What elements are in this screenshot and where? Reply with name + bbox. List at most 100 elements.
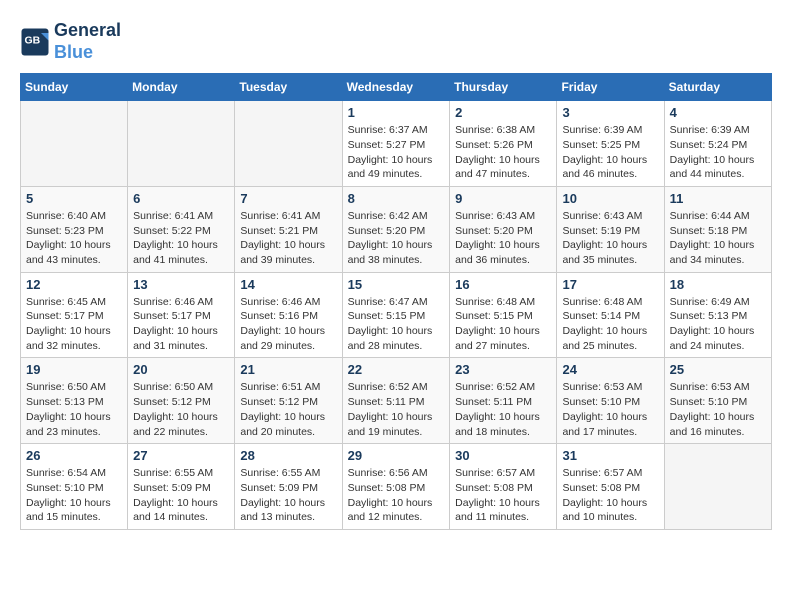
day-info: Sunrise: 6:46 AM Sunset: 5:17 PM Dayligh… [133, 295, 229, 354]
day-number: 11 [670, 191, 766, 206]
day-info: Sunrise: 6:39 AM Sunset: 5:25 PM Dayligh… [562, 123, 658, 182]
calendar-cell: 31 Sunrise: 6:57 AM Sunset: 5:08 PM Dayl… [557, 444, 664, 530]
calendar-cell: 8 Sunrise: 6:42 AM Sunset: 5:20 PM Dayli… [342, 186, 450, 272]
calendar-cell: 29 Sunrise: 6:56 AM Sunset: 5:08 PM Dayl… [342, 444, 450, 530]
day-number: 12 [26, 277, 122, 292]
day-number: 23 [455, 362, 551, 377]
day-info: Sunrise: 6:41 AM Sunset: 5:21 PM Dayligh… [240, 209, 336, 268]
calendar-cell: 5 Sunrise: 6:40 AM Sunset: 5:23 PM Dayli… [21, 186, 128, 272]
day-info: Sunrise: 6:54 AM Sunset: 5:10 PM Dayligh… [26, 466, 122, 525]
day-number: 19 [26, 362, 122, 377]
calendar-cell: 7 Sunrise: 6:41 AM Sunset: 5:21 PM Dayli… [235, 186, 342, 272]
calendar-cell: 20 Sunrise: 6:50 AM Sunset: 5:12 PM Dayl… [128, 358, 235, 444]
calendar-cell: 21 Sunrise: 6:51 AM Sunset: 5:12 PM Dayl… [235, 358, 342, 444]
calendar-cell: 22 Sunrise: 6:52 AM Sunset: 5:11 PM Dayl… [342, 358, 450, 444]
day-number: 16 [455, 277, 551, 292]
weekday-header-sunday: Sunday [21, 74, 128, 101]
weekday-header-row: SundayMondayTuesdayWednesdayThursdayFrid… [21, 74, 772, 101]
calendar-cell: 18 Sunrise: 6:49 AM Sunset: 5:13 PM Dayl… [664, 272, 771, 358]
day-number: 25 [670, 362, 766, 377]
logo-icon: GB [20, 27, 50, 57]
day-number: 15 [348, 277, 445, 292]
svg-text:GB: GB [25, 34, 41, 46]
day-number: 13 [133, 277, 229, 292]
day-info: Sunrise: 6:48 AM Sunset: 5:14 PM Dayligh… [562, 295, 658, 354]
weekday-header-wednesday: Wednesday [342, 74, 450, 101]
day-number: 24 [562, 362, 658, 377]
calendar-cell: 3 Sunrise: 6:39 AM Sunset: 5:25 PM Dayli… [557, 101, 664, 187]
day-number: 18 [670, 277, 766, 292]
calendar-cell: 13 Sunrise: 6:46 AM Sunset: 5:17 PM Dayl… [128, 272, 235, 358]
day-info: Sunrise: 6:38 AM Sunset: 5:26 PM Dayligh… [455, 123, 551, 182]
day-number: 28 [240, 448, 336, 463]
day-info: Sunrise: 6:37 AM Sunset: 5:27 PM Dayligh… [348, 123, 445, 182]
calendar-cell: 16 Sunrise: 6:48 AM Sunset: 5:15 PM Dayl… [450, 272, 557, 358]
calendar-cell: 26 Sunrise: 6:54 AM Sunset: 5:10 PM Dayl… [21, 444, 128, 530]
day-info: Sunrise: 6:56 AM Sunset: 5:08 PM Dayligh… [348, 466, 445, 525]
day-info: Sunrise: 6:49 AM Sunset: 5:13 PM Dayligh… [670, 295, 766, 354]
calendar-cell: 4 Sunrise: 6:39 AM Sunset: 5:24 PM Dayli… [664, 101, 771, 187]
day-number: 3 [562, 105, 658, 120]
day-number: 22 [348, 362, 445, 377]
day-info: Sunrise: 6:55 AM Sunset: 5:09 PM Dayligh… [133, 466, 229, 525]
day-number: 30 [455, 448, 551, 463]
calendar-cell: 10 Sunrise: 6:43 AM Sunset: 5:19 PM Dayl… [557, 186, 664, 272]
day-info: Sunrise: 6:57 AM Sunset: 5:08 PM Dayligh… [455, 466, 551, 525]
calendar-cell: 28 Sunrise: 6:55 AM Sunset: 5:09 PM Dayl… [235, 444, 342, 530]
logo-text: General Blue [54, 20, 121, 63]
day-number: 26 [26, 448, 122, 463]
day-info: Sunrise: 6:52 AM Sunset: 5:11 PM Dayligh… [348, 380, 445, 439]
calendar-cell: 25 Sunrise: 6:53 AM Sunset: 5:10 PM Dayl… [664, 358, 771, 444]
calendar-cell [21, 101, 128, 187]
day-info: Sunrise: 6:39 AM Sunset: 5:24 PM Dayligh… [670, 123, 766, 182]
day-info: Sunrise: 6:43 AM Sunset: 5:19 PM Dayligh… [562, 209, 658, 268]
calendar-cell [128, 101, 235, 187]
day-number: 2 [455, 105, 551, 120]
calendar-cell: 23 Sunrise: 6:52 AM Sunset: 5:11 PM Dayl… [450, 358, 557, 444]
page-header: GB General Blue [20, 20, 772, 63]
calendar-cell: 11 Sunrise: 6:44 AM Sunset: 5:18 PM Dayl… [664, 186, 771, 272]
weekday-header-tuesday: Tuesday [235, 74, 342, 101]
day-number: 4 [670, 105, 766, 120]
day-info: Sunrise: 6:53 AM Sunset: 5:10 PM Dayligh… [670, 380, 766, 439]
calendar-cell: 17 Sunrise: 6:48 AM Sunset: 5:14 PM Dayl… [557, 272, 664, 358]
week-row-3: 12 Sunrise: 6:45 AM Sunset: 5:17 PM Dayl… [21, 272, 772, 358]
day-number: 1 [348, 105, 445, 120]
day-info: Sunrise: 6:52 AM Sunset: 5:11 PM Dayligh… [455, 380, 551, 439]
calendar-cell: 15 Sunrise: 6:47 AM Sunset: 5:15 PM Dayl… [342, 272, 450, 358]
day-number: 27 [133, 448, 229, 463]
calendar-cell: 14 Sunrise: 6:46 AM Sunset: 5:16 PM Dayl… [235, 272, 342, 358]
day-number: 8 [348, 191, 445, 206]
day-info: Sunrise: 6:51 AM Sunset: 5:12 PM Dayligh… [240, 380, 336, 439]
day-info: Sunrise: 6:44 AM Sunset: 5:18 PM Dayligh… [670, 209, 766, 268]
calendar-cell [235, 101, 342, 187]
day-info: Sunrise: 6:45 AM Sunset: 5:17 PM Dayligh… [26, 295, 122, 354]
day-info: Sunrise: 6:42 AM Sunset: 5:20 PM Dayligh… [348, 209, 445, 268]
weekday-header-saturday: Saturday [664, 74, 771, 101]
day-info: Sunrise: 6:47 AM Sunset: 5:15 PM Dayligh… [348, 295, 445, 354]
day-number: 29 [348, 448, 445, 463]
calendar-cell: 9 Sunrise: 6:43 AM Sunset: 5:20 PM Dayli… [450, 186, 557, 272]
day-info: Sunrise: 6:50 AM Sunset: 5:13 PM Dayligh… [26, 380, 122, 439]
day-info: Sunrise: 6:48 AM Sunset: 5:15 PM Dayligh… [455, 295, 551, 354]
logo: GB General Blue [20, 20, 121, 63]
calendar-cell: 12 Sunrise: 6:45 AM Sunset: 5:17 PM Dayl… [21, 272, 128, 358]
logo-line2: Blue [54, 42, 93, 62]
day-number: 21 [240, 362, 336, 377]
calendar-cell: 6 Sunrise: 6:41 AM Sunset: 5:22 PM Dayli… [128, 186, 235, 272]
week-row-4: 19 Sunrise: 6:50 AM Sunset: 5:13 PM Dayl… [21, 358, 772, 444]
day-info: Sunrise: 6:46 AM Sunset: 5:16 PM Dayligh… [240, 295, 336, 354]
weekday-header-thursday: Thursday [450, 74, 557, 101]
week-row-2: 5 Sunrise: 6:40 AM Sunset: 5:23 PM Dayli… [21, 186, 772, 272]
day-number: 14 [240, 277, 336, 292]
day-number: 17 [562, 277, 658, 292]
weekday-header-friday: Friday [557, 74, 664, 101]
day-info: Sunrise: 6:41 AM Sunset: 5:22 PM Dayligh… [133, 209, 229, 268]
week-row-1: 1 Sunrise: 6:37 AM Sunset: 5:27 PM Dayli… [21, 101, 772, 187]
calendar-cell: 19 Sunrise: 6:50 AM Sunset: 5:13 PM Dayl… [21, 358, 128, 444]
weekday-header-monday: Monday [128, 74, 235, 101]
day-number: 5 [26, 191, 122, 206]
calendar-cell: 24 Sunrise: 6:53 AM Sunset: 5:10 PM Dayl… [557, 358, 664, 444]
day-number: 31 [562, 448, 658, 463]
calendar-cell: 30 Sunrise: 6:57 AM Sunset: 5:08 PM Dayl… [450, 444, 557, 530]
